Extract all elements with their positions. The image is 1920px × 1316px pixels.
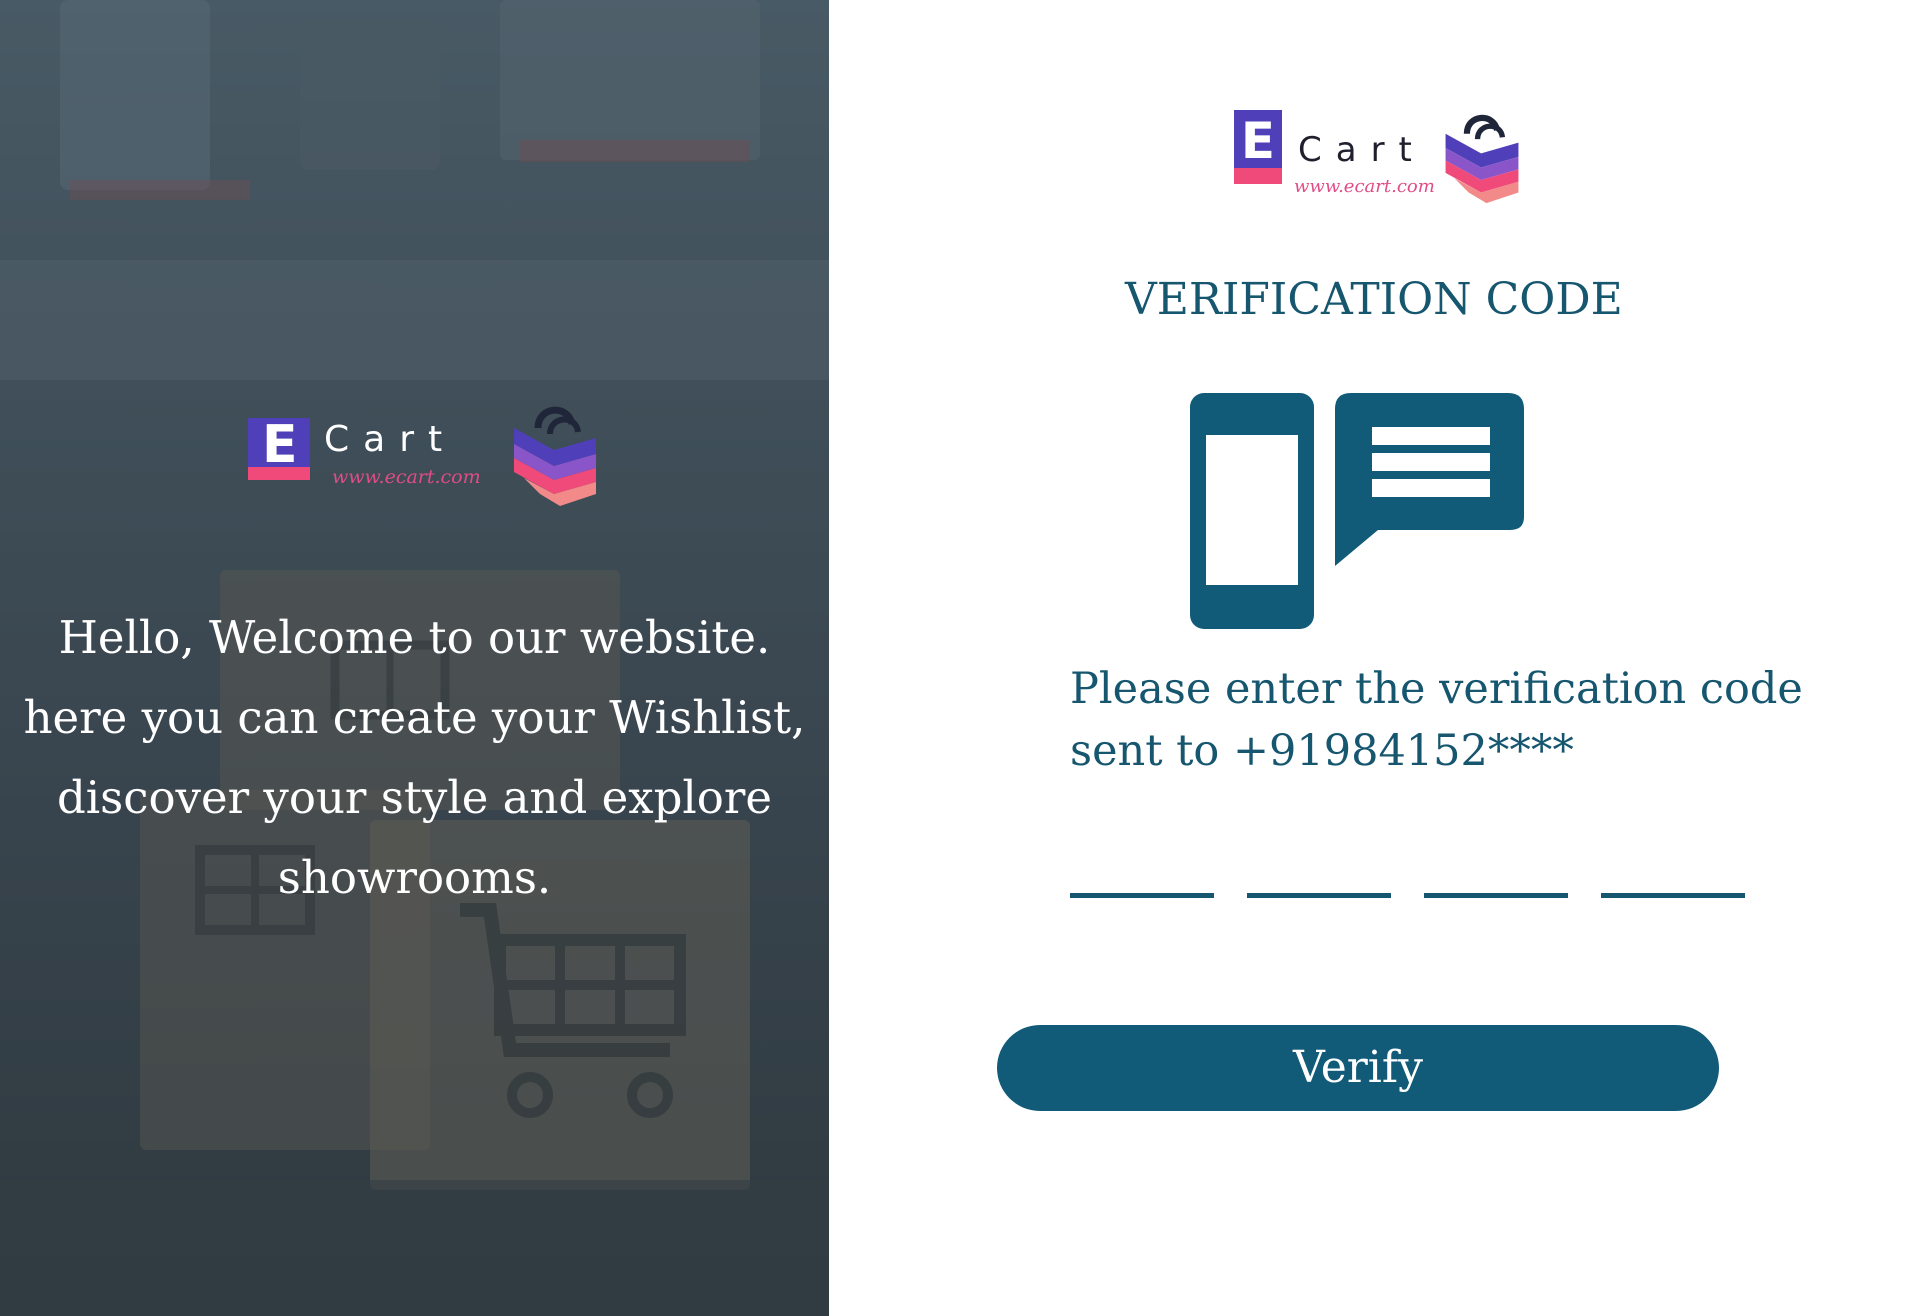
shopping-bag-icon [514,406,596,506]
logo-url: www.ecart.com [1294,176,1435,197]
logo-wordmark: Cart [324,419,457,460]
logo-e-block: E [1234,110,1282,184]
shopping-bag-icon [1445,114,1519,204]
instruction-line-2: sent to +91984152**** [1070,726,1574,776]
page-title: VERIFICATION CODE [1125,274,1623,325]
logo-url: www.ecart.com [332,466,481,488]
code-digit-1[interactable] [1070,836,1214,898]
logo-letter: E [262,415,298,475]
welcome-message: Hello, Welcome to our website. here you … [23,611,806,904]
code-digit-3[interactable] [1424,836,1568,898]
logo-e-block: E [248,418,310,480]
code-digit-2[interactable] [1247,836,1391,898]
verify-button[interactable]: Verify [997,1025,1719,1111]
code-digit-4[interactable] [1601,836,1745,898]
phone-sms-icon [1190,393,1524,629]
instruction-line-1: Please enter the verification code [1070,664,1803,714]
logo-letter: E [1240,112,1276,170]
instruction-text: Please enter the verification code sent … [1070,658,1803,782]
logo-wordmark: Cart [1298,130,1426,170]
welcome-panel: E Cart www.ecart.com Hello, Welcome to o… [0,0,829,1316]
